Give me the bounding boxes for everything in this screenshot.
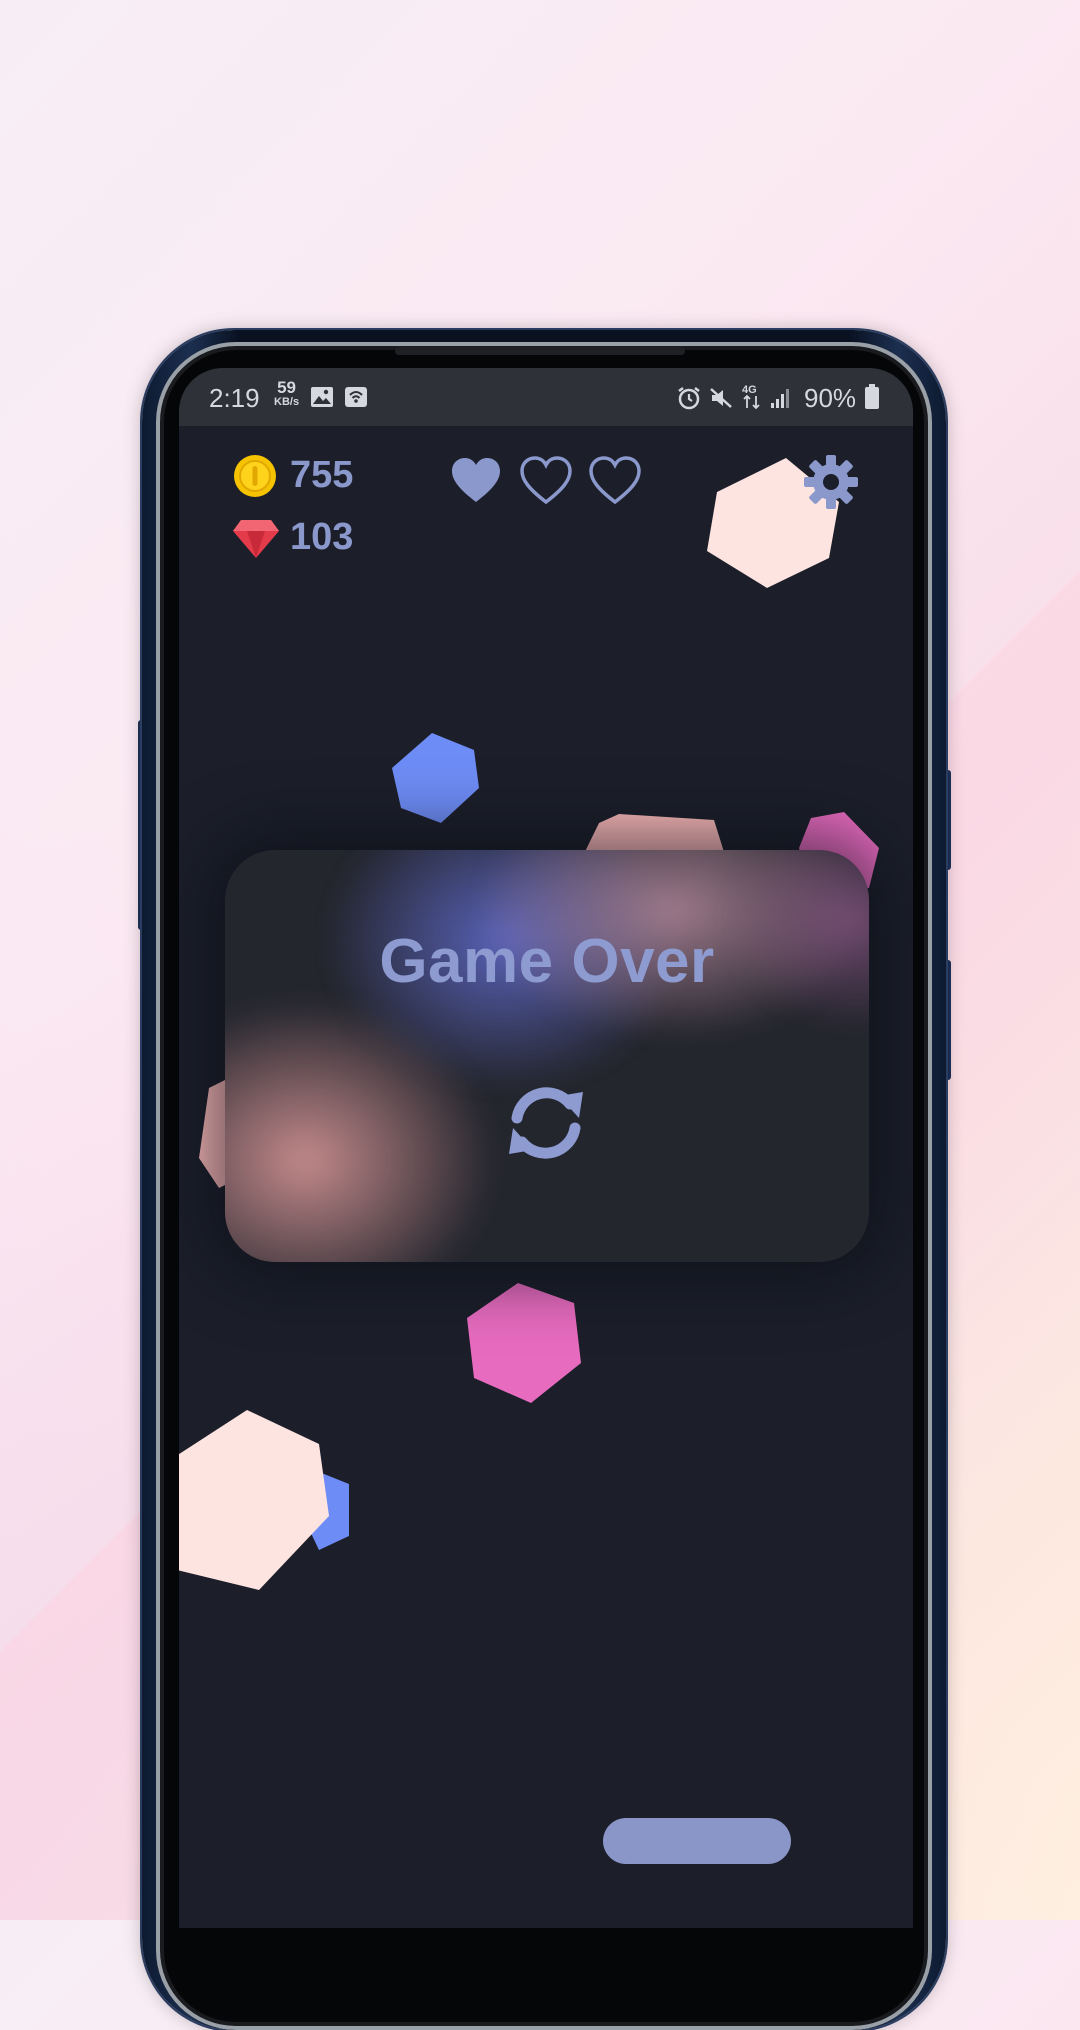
heart-icon (452, 458, 500, 502)
refresh-icon[interactable] (503, 1080, 589, 1166)
hexagon-piece (392, 733, 479, 823)
coin-count: 755 (290, 454, 354, 496)
phone-screen: 2:19 59 KB/s 4G 90% 755 103 Game Over (179, 368, 913, 1928)
gem-icon (233, 520, 279, 558)
phone-speaker (395, 347, 685, 355)
game-over-title: Game Over (379, 927, 715, 996)
gem-count: 103 (290, 516, 354, 558)
heart-outline-icon (520, 456, 572, 505)
hexagon-piece (179, 1410, 329, 1590)
heart-outline-icon (589, 456, 641, 505)
gear-icon[interactable] (803, 454, 859, 510)
hexagon-piece (467, 1283, 581, 1403)
game-over-dialog: Game Over (225, 850, 869, 1262)
coin-icon (234, 455, 276, 497)
home-indicator[interactable] (603, 1818, 791, 1864)
